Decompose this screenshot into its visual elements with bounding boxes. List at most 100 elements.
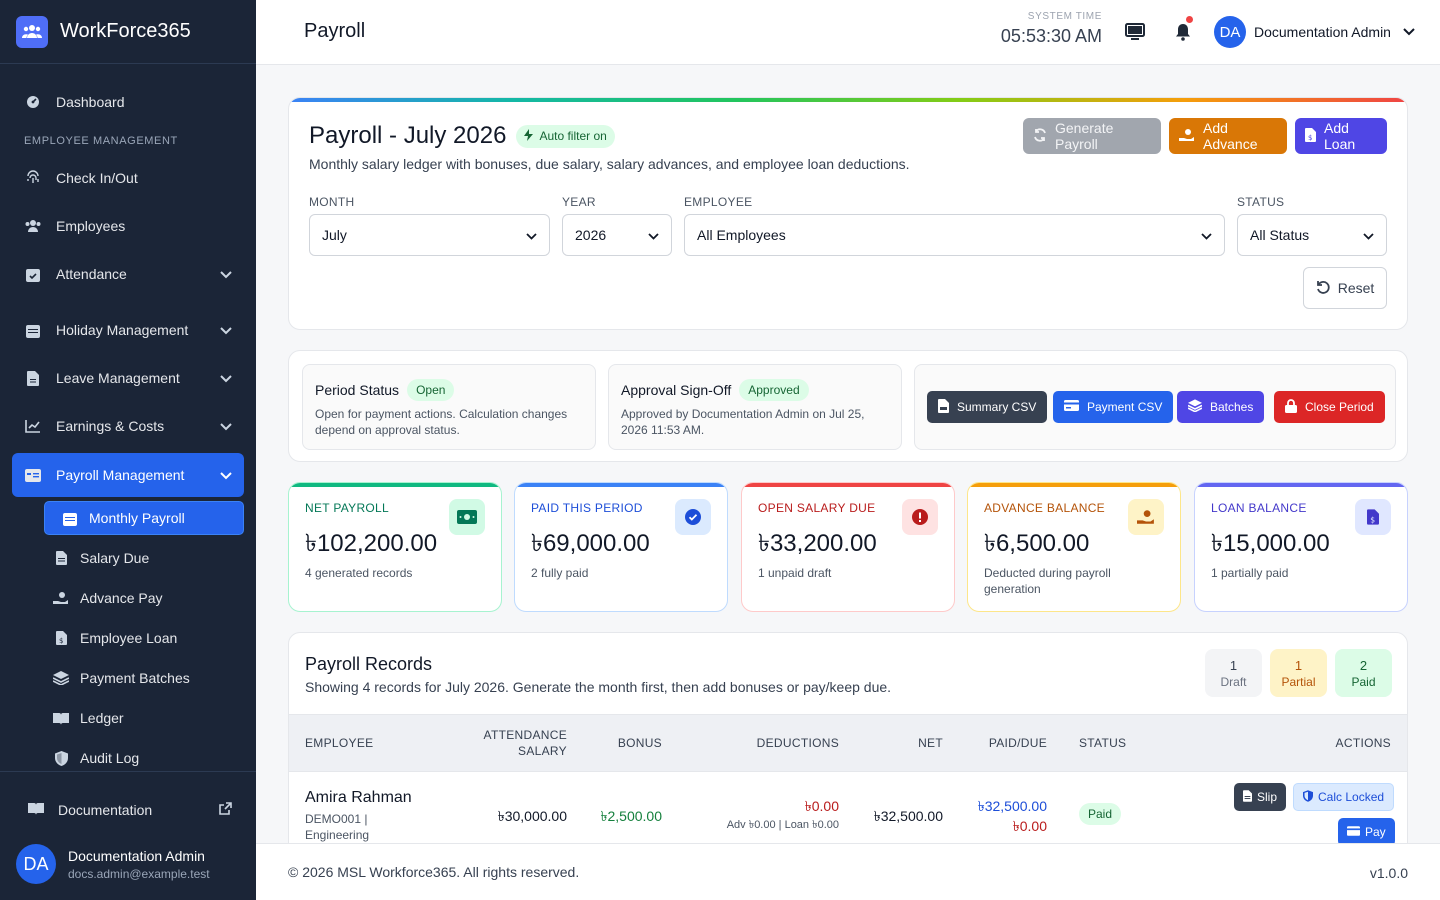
sidebar-footer: Documentation bbox=[0, 771, 256, 848]
refresh-icon bbox=[1033, 127, 1047, 145]
calc-locked-label: Calc Locked bbox=[1318, 790, 1385, 804]
sidebar-item-attendance[interactable]: Attendance bbox=[12, 252, 244, 296]
sidebar-subitem-label: Monthly Payroll bbox=[89, 510, 185, 526]
shield-icon bbox=[1303, 789, 1313, 805]
hand-coin-icon bbox=[1179, 128, 1195, 145]
period-status-heading: Period Status Open bbox=[315, 379, 455, 401]
chevron-down-icon bbox=[220, 322, 232, 338]
count-paid-number: 2 bbox=[1359, 658, 1368, 673]
due-amount: ৳0.00 bbox=[1012, 818, 1047, 834]
calc-locked-button[interactable]: Calc Locked bbox=[1293, 783, 1395, 811]
approval-badge: Approved bbox=[739, 379, 809, 401]
sidebar-item-leave-management[interactable]: Leave Management bbox=[12, 356, 244, 400]
slip-button[interactable]: Slip bbox=[1234, 783, 1287, 811]
page-title: Payroll bbox=[304, 20, 366, 42]
user-menu[interactable]: DA Documentation Admin bbox=[1214, 16, 1415, 48]
sidebar-item-holiday-management[interactable]: Holiday Management bbox=[12, 308, 244, 352]
chevron-down-icon bbox=[526, 227, 537, 243]
credit-card-icon bbox=[1347, 825, 1360, 839]
brand[interactable]: WorkForce365 bbox=[0, 0, 256, 64]
monitor-icon[interactable] bbox=[1123, 20, 1147, 44]
close-period-label: Close Period bbox=[1305, 400, 1374, 414]
invoice-icon bbox=[52, 551, 70, 565]
year-select[interactable]: 2026 bbox=[562, 214, 672, 256]
external-link-icon bbox=[219, 802, 232, 818]
kpi-card-net-payroll: NET PAYROLL ৳102,200.00 4 generated reco… bbox=[288, 482, 502, 612]
sidebar-item-label: Employees bbox=[56, 218, 126, 234]
sidebar-item-label: Earnings & Costs bbox=[56, 418, 165, 434]
chevron-down-icon bbox=[220, 467, 232, 483]
sidebar-subitem-salary-due[interactable]: Salary Due bbox=[44, 541, 244, 575]
calendar-icon bbox=[24, 321, 42, 339]
system-time: SYSTEM TIME 05:53:30 AM bbox=[1001, 11, 1102, 47]
kpi-card-open-salary-due: OPEN SALARY DUE ৳33,200.00 1 unpaid draf… bbox=[741, 482, 955, 612]
net-amount: ৳32,500.00 bbox=[873, 808, 943, 824]
add-advance-button[interactable]: Add Advance bbox=[1169, 118, 1287, 154]
kpi-label: LOAN BALANCE bbox=[1211, 501, 1307, 515]
add-loan-button[interactable]: $ Add Loan bbox=[1295, 118, 1387, 154]
document-icon bbox=[24, 369, 42, 387]
count-partial[interactable]: 1 Partial bbox=[1270, 649, 1327, 697]
bell-icon[interactable] bbox=[1171, 16, 1195, 44]
kpi-value: ৳6,500.00 bbox=[984, 530, 1090, 557]
sidebar-item-earnings-costs[interactable]: Earnings & Costs bbox=[12, 404, 244, 448]
kpi-accent bbox=[515, 483, 727, 487]
month-select[interactable]: July bbox=[309, 214, 550, 256]
sidebar-subitem-employee-loan[interactable]: $ Employee Loan bbox=[44, 621, 244, 655]
sidebar-user-name: Documentation Admin bbox=[68, 847, 205, 864]
payment-csv-button[interactable]: Payment CSV bbox=[1053, 391, 1174, 423]
year-label: YEAR bbox=[562, 195, 596, 209]
reset-button[interactable]: Reset bbox=[1303, 267, 1387, 309]
sidebar-item-label: Leave Management bbox=[56, 370, 180, 386]
sidebar-item-dashboard[interactable]: Dashboard bbox=[12, 80, 244, 124]
batches-button[interactable]: Batches bbox=[1177, 391, 1265, 423]
approval-title: Approval Sign-Off bbox=[621, 382, 732, 398]
user-name: Documentation Admin bbox=[1254, 24, 1391, 40]
sidebar-subitem-audit-log[interactable]: Audit Log bbox=[44, 741, 244, 775]
documentation-link[interactable]: Documentation bbox=[0, 772, 256, 848]
count-draft[interactable]: 1 Draft bbox=[1205, 649, 1262, 697]
status-select[interactable]: All Status bbox=[1237, 214, 1387, 256]
add-advance-label: Add Advance bbox=[1203, 120, 1258, 152]
kpi-note: 1 partially paid bbox=[1211, 566, 1289, 580]
file-icon bbox=[1243, 789, 1252, 805]
sidebar-subitem-monthly-payroll[interactable]: Monthly Payroll bbox=[44, 501, 244, 535]
sidebar-item-payroll-management[interactable]: Payroll Management bbox=[12, 453, 244, 497]
column-header: ACTIONS bbox=[1335, 736, 1391, 750]
count-draft-number: 1 bbox=[1229, 658, 1238, 673]
period-status-text: Open for payment actions. Calculation ch… bbox=[315, 407, 568, 437]
line-chart-icon bbox=[24, 417, 42, 435]
close-period-button[interactable]: Close Period bbox=[1274, 391, 1385, 423]
auto-filter-badge: Auto filter on bbox=[516, 124, 615, 148]
sidebar-user[interactable]: DA Documentation Admin docs.admin@exampl… bbox=[16, 844, 210, 884]
employee-label: EMPLOYEE bbox=[684, 195, 753, 209]
month-value: July bbox=[322, 227, 347, 243]
lock-icon bbox=[1285, 398, 1297, 416]
year-value: 2026 bbox=[575, 227, 607, 243]
bolt-icon bbox=[524, 128, 534, 144]
kpi-accent bbox=[1195, 483, 1407, 487]
avatar: DA bbox=[16, 844, 56, 884]
kpi-note: 2 fully paid bbox=[531, 566, 589, 580]
period-status-box: Period Status Open Open for payment acti… bbox=[302, 364, 596, 450]
count-paid[interactable]: 2 Paid bbox=[1335, 649, 1392, 697]
employee-select[interactable]: All Employees bbox=[684, 214, 1225, 256]
invoice-dollar-icon: $ bbox=[1355, 499, 1391, 535]
sidebar-item-check-in-out[interactable]: Check In/Out bbox=[12, 156, 244, 200]
pay-button[interactable]: Pay bbox=[1338, 818, 1395, 846]
sidebar-item-employees[interactable]: Employees bbox=[12, 204, 244, 248]
kpi-value: ৳102,200.00 bbox=[305, 530, 438, 557]
summary-csv-button[interactable]: Summary CSV bbox=[927, 391, 1048, 423]
payroll-title: Payroll - July 2026 bbox=[309, 122, 507, 149]
sidebar-subitem-label: Ledger bbox=[80, 710, 124, 726]
sidebar-subitem-payment-batches[interactable]: Payment Batches bbox=[44, 661, 244, 695]
kpi-note: 4 generated records bbox=[305, 566, 413, 580]
status-badge: Paid bbox=[1079, 803, 1122, 825]
layers-icon bbox=[1187, 399, 1203, 415]
sidebar-subitem-ledger[interactable]: Ledger bbox=[44, 701, 244, 735]
money-icon bbox=[449, 499, 485, 535]
deduction-detail: Adv ৳0.00 | Loan ৳0.00 bbox=[726, 819, 839, 831]
sidebar-item-label: Check In/Out bbox=[56, 170, 138, 186]
sidebar-subitem-advance-pay[interactable]: Advance Pay bbox=[44, 581, 244, 615]
generate-payroll-button[interactable]: Generate Payroll bbox=[1023, 118, 1161, 154]
